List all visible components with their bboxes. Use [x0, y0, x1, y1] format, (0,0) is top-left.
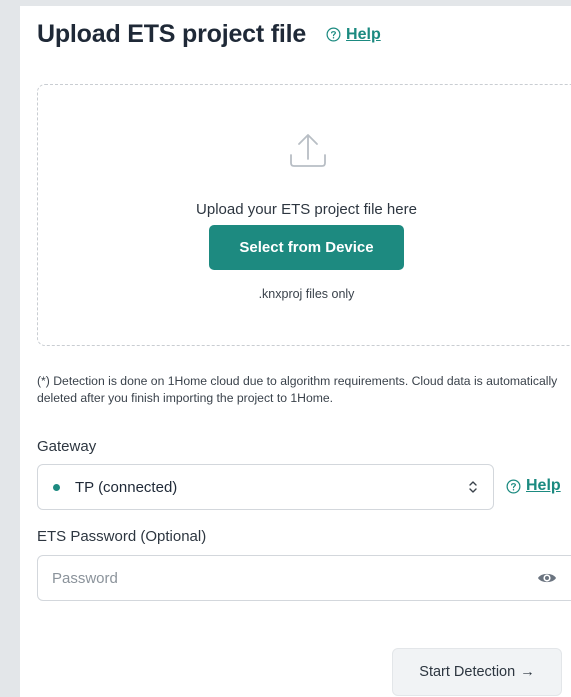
start-detection-label: Start Detection	[419, 664, 516, 680]
question-circle-icon	[326, 27, 341, 42]
file-dropzone[interactable]: Upload your ETS project file here Select…	[37, 84, 571, 346]
help-link-label: Help	[346, 25, 381, 43]
question-circle-icon	[506, 479, 521, 493]
dropzone-prompt: Upload your ETS project file here	[196, 201, 417, 218]
help-link[interactable]: Help	[326, 26, 381, 44]
cloud-detection-note: (*) Detection is done on 1Home cloud due…	[37, 374, 558, 405]
file-type-hint: .knxproj files only	[258, 287, 355, 301]
header: Upload ETS project file Help	[37, 20, 381, 49]
select-chevron-icon	[469, 481, 477, 493]
gateway-help-label: Help	[526, 477, 561, 494]
arrow-right-icon: →	[520, 664, 535, 680]
upload-panel: Upload ETS project file Help Upload your…	[20, 6, 571, 697]
password-label: ETS Password (Optional)	[37, 528, 207, 545]
connection-status-dot	[53, 483, 60, 491]
password-input[interactable]	[37, 555, 571, 601]
gateway-selected-value: TP (connected)	[75, 478, 178, 496]
gateway-help-link[interactable]: Help	[506, 477, 561, 495]
upload-icon	[290, 134, 326, 167]
gateway-label: Gateway	[37, 438, 97, 455]
select-from-device-button[interactable]: Select from Device	[209, 225, 404, 270]
page-title: Upload ETS project file	[37, 20, 307, 48]
gateway-select[interactable]: TP (connected)	[37, 464, 494, 510]
start-detection-button[interactable]: Start Detection →	[392, 648, 562, 696]
show-password-eye-icon[interactable]	[537, 569, 557, 587]
